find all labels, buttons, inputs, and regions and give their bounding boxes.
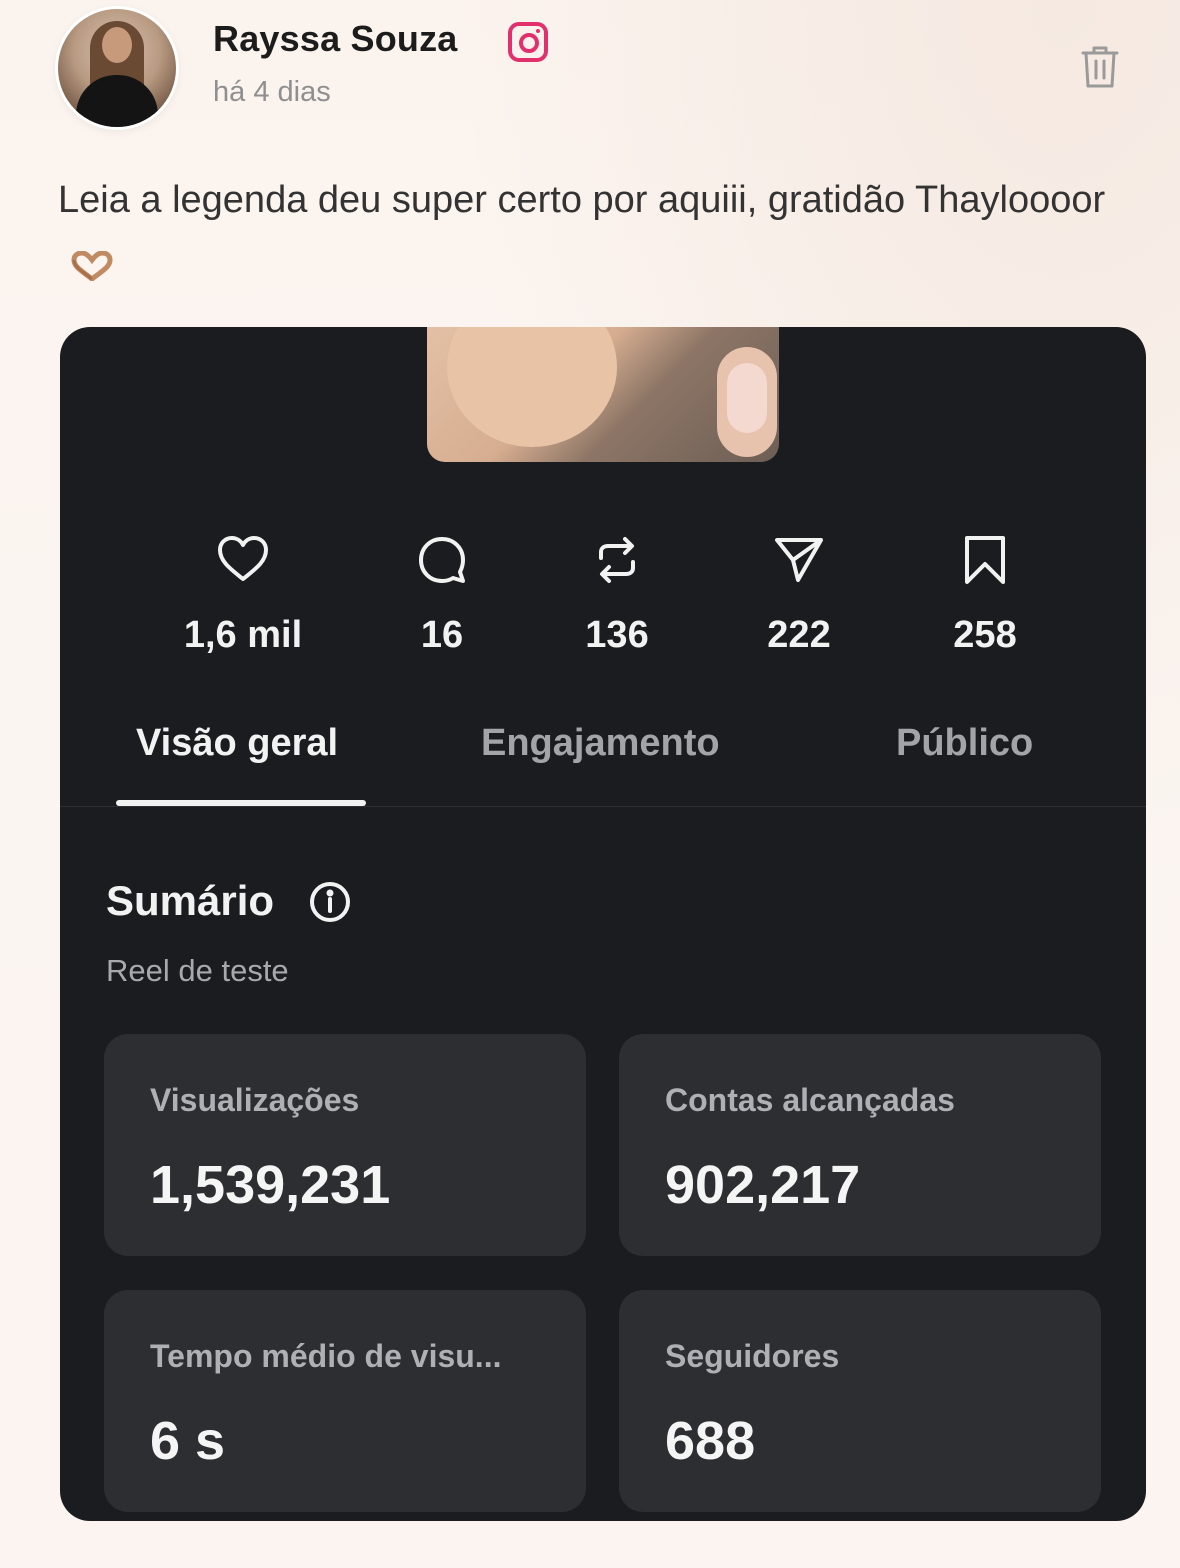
likes-stat[interactable]: 1,6 mil [163, 532, 323, 657]
shares-stat[interactable]: 222 [719, 532, 879, 657]
heart-hands-emoji-icon [71, 250, 113, 281]
delete-button[interactable] [1080, 44, 1120, 90]
saves-stat[interactable]: 258 [905, 532, 1065, 657]
avatar[interactable] [55, 6, 179, 130]
trash-icon [1081, 46, 1119, 88]
metric-value: 1,539,231 [150, 1155, 391, 1215]
metric-card-watch-time[interactable]: Tempo médio de visu... 6 s [104, 1290, 586, 1512]
author-name[interactable]: Rayssa Souza [213, 18, 458, 60]
reposts-stat[interactable]: 136 [537, 532, 697, 657]
summary-title: Sumário [106, 877, 275, 924]
comments-stat[interactable]: 16 [362, 532, 522, 657]
instagram-icon [508, 22, 548, 62]
tab-audience[interactable]: Público [896, 722, 1033, 765]
likes-count: 1,6 mil [183, 614, 303, 656]
shares-count: 222 [767, 614, 831, 656]
reposts-count: 136 [585, 614, 649, 656]
post-caption: Leia a legenda deu super certo por aquii… [58, 168, 1118, 296]
tab-engagement[interactable]: Engajamento [481, 722, 720, 765]
metric-value: 6 s [150, 1411, 226, 1471]
avatar-photo [58, 9, 176, 127]
tabs-divider [60, 806, 1146, 807]
metric-card-followers[interactable]: Seguidores 688 [619, 1290, 1101, 1512]
info-icon[interactable] [308, 880, 352, 924]
metric-card-views[interactable]: Visualizações 1,539,231 [104, 1034, 586, 1256]
metric-label: Visualizações [150, 1082, 360, 1118]
heart-icon [218, 536, 268, 581]
reel-thumbnail[interactable] [427, 327, 779, 462]
comment-icon [419, 537, 465, 583]
metric-value: 902,217 [665, 1155, 861, 1215]
share-icon [775, 538, 823, 582]
metric-label: Contas alcançadas [665, 1082, 955, 1118]
metric-value: 688 [665, 1411, 756, 1471]
saves-count: 258 [953, 614, 1017, 656]
bookmark-icon [965, 536, 1005, 584]
tab-overview[interactable]: Visão geral [136, 722, 338, 765]
metric-label: Seguidores [665, 1338, 840, 1374]
summary-subtitle: Reel de teste [106, 953, 289, 988]
insights-panel: 1,6 mil 16 136 222 258 Visão geral Engaj… [60, 327, 1146, 1521]
repost-icon [599, 537, 635, 583]
caption-text: Leia a legenda deu super certo por aquii… [58, 179, 1106, 221]
post-time: há 4 dias [213, 76, 331, 108]
metric-card-reach[interactable]: Contas alcançadas 902,217 [619, 1034, 1101, 1256]
metric-label: Tempo médio de visu... [150, 1338, 502, 1374]
comments-count: 16 [420, 614, 464, 656]
